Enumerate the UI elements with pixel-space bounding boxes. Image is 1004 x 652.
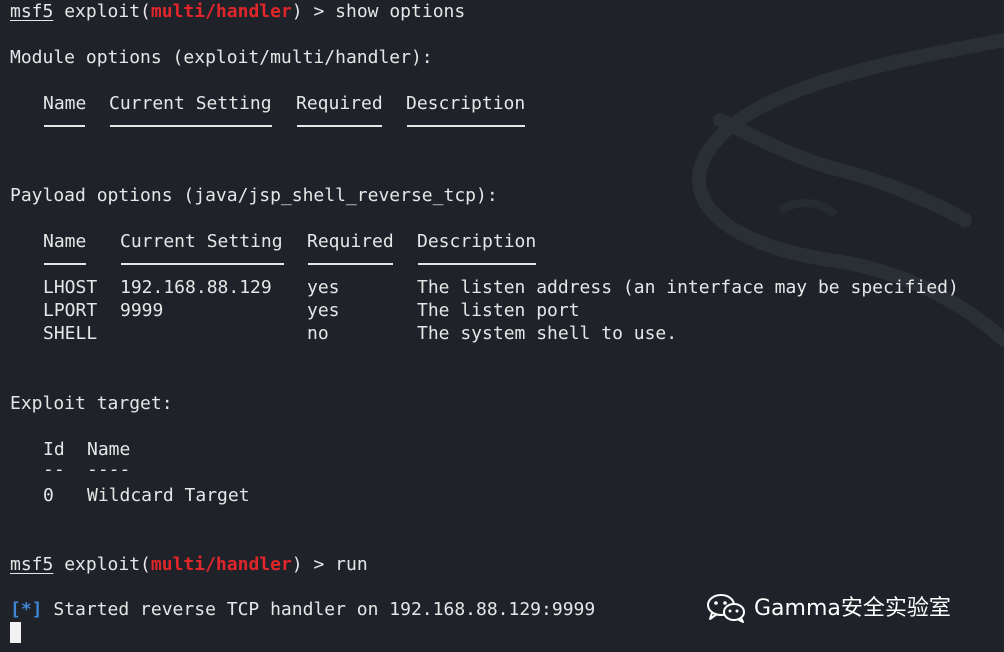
status-text: Started reverse TCP handler on 192.168.8…	[42, 599, 596, 620]
payload-header-setting: Current Setting	[120, 231, 283, 252]
row-setting: 192.168.88.129	[120, 277, 272, 298]
payload-underline-required	[308, 263, 393, 265]
target-id: 0	[43, 485, 54, 506]
module-underline-description	[407, 125, 525, 127]
module-underline-required	[297, 125, 382, 127]
prompt-user: msf5	[10, 554, 54, 575]
payload-header-description: Description	[417, 231, 537, 252]
payload-header-required: Required	[307, 231, 394, 252]
prompt-module: multi/handler	[150, 554, 292, 575]
payload-options-title: Payload options (java/jsp_shell_reverse_…	[10, 185, 498, 206]
watermark-text: Gamma安全实验室	[754, 595, 951, 621]
target-dash-name: ----	[87, 459, 131, 480]
row-description: The listen port	[417, 300, 580, 321]
module-header-description: Description	[406, 93, 526, 114]
target-dash-id: --	[43, 459, 65, 480]
row-required: no	[307, 323, 329, 344]
terminal-window[interactable]: msf5 exploit(multi/handler) > show optio…	[0, 0, 1004, 652]
row-setting: 9999	[120, 300, 164, 321]
target-name: Wildcard Target	[87, 485, 250, 506]
row-required: yes	[307, 277, 340, 298]
payload-underline-description	[418, 263, 536, 265]
command-text: show options	[335, 1, 466, 22]
status-line: [*] Started reverse TCP handler on 192.1…	[10, 598, 595, 621]
module-header-required: Required	[296, 93, 383, 114]
status-marker: [*]	[10, 599, 43, 620]
row-required: yes	[307, 300, 340, 321]
row-name: LHOST	[43, 277, 98, 298]
row-description: The listen address (an interface may be …	[417, 277, 959, 298]
wechat-icon	[707, 594, 745, 623]
module-header-setting: Current Setting	[109, 93, 272, 114]
prompt-user: msf5	[10, 1, 54, 22]
payload-underline-name	[44, 263, 86, 265]
payload-header-name: Name	[43, 231, 87, 252]
row-name: SHELL	[43, 323, 98, 344]
prompt-module: multi/handler	[150, 1, 292, 22]
prompt-end: ) >	[291, 554, 336, 575]
watermark: Gamma安全实验室	[706, 590, 951, 626]
payload-underline-setting	[121, 263, 284, 265]
prompt-line-show-options: msf5 exploit(multi/handler) > show optio…	[10, 0, 465, 23]
row-description: The system shell to use.	[417, 323, 678, 344]
prompt-line-run: msf5 exploit(multi/handler) > run	[10, 553, 368, 576]
module-header-name: Name	[43, 93, 87, 114]
module-underline-setting	[110, 125, 272, 127]
prompt-end: ) >	[291, 1, 336, 22]
module-underline-name	[44, 125, 85, 127]
terminal-cursor[interactable]	[10, 622, 21, 643]
module-options-title: Module options (exploit/multi/handler):	[10, 47, 433, 68]
prompt-exploit: exploit(	[53, 1, 151, 22]
exploit-target-title: Exploit target:	[10, 393, 173, 414]
prompt-exploit: exploit(	[53, 554, 151, 575]
row-name: LPORT	[43, 300, 98, 321]
command-text: run	[335, 554, 368, 575]
